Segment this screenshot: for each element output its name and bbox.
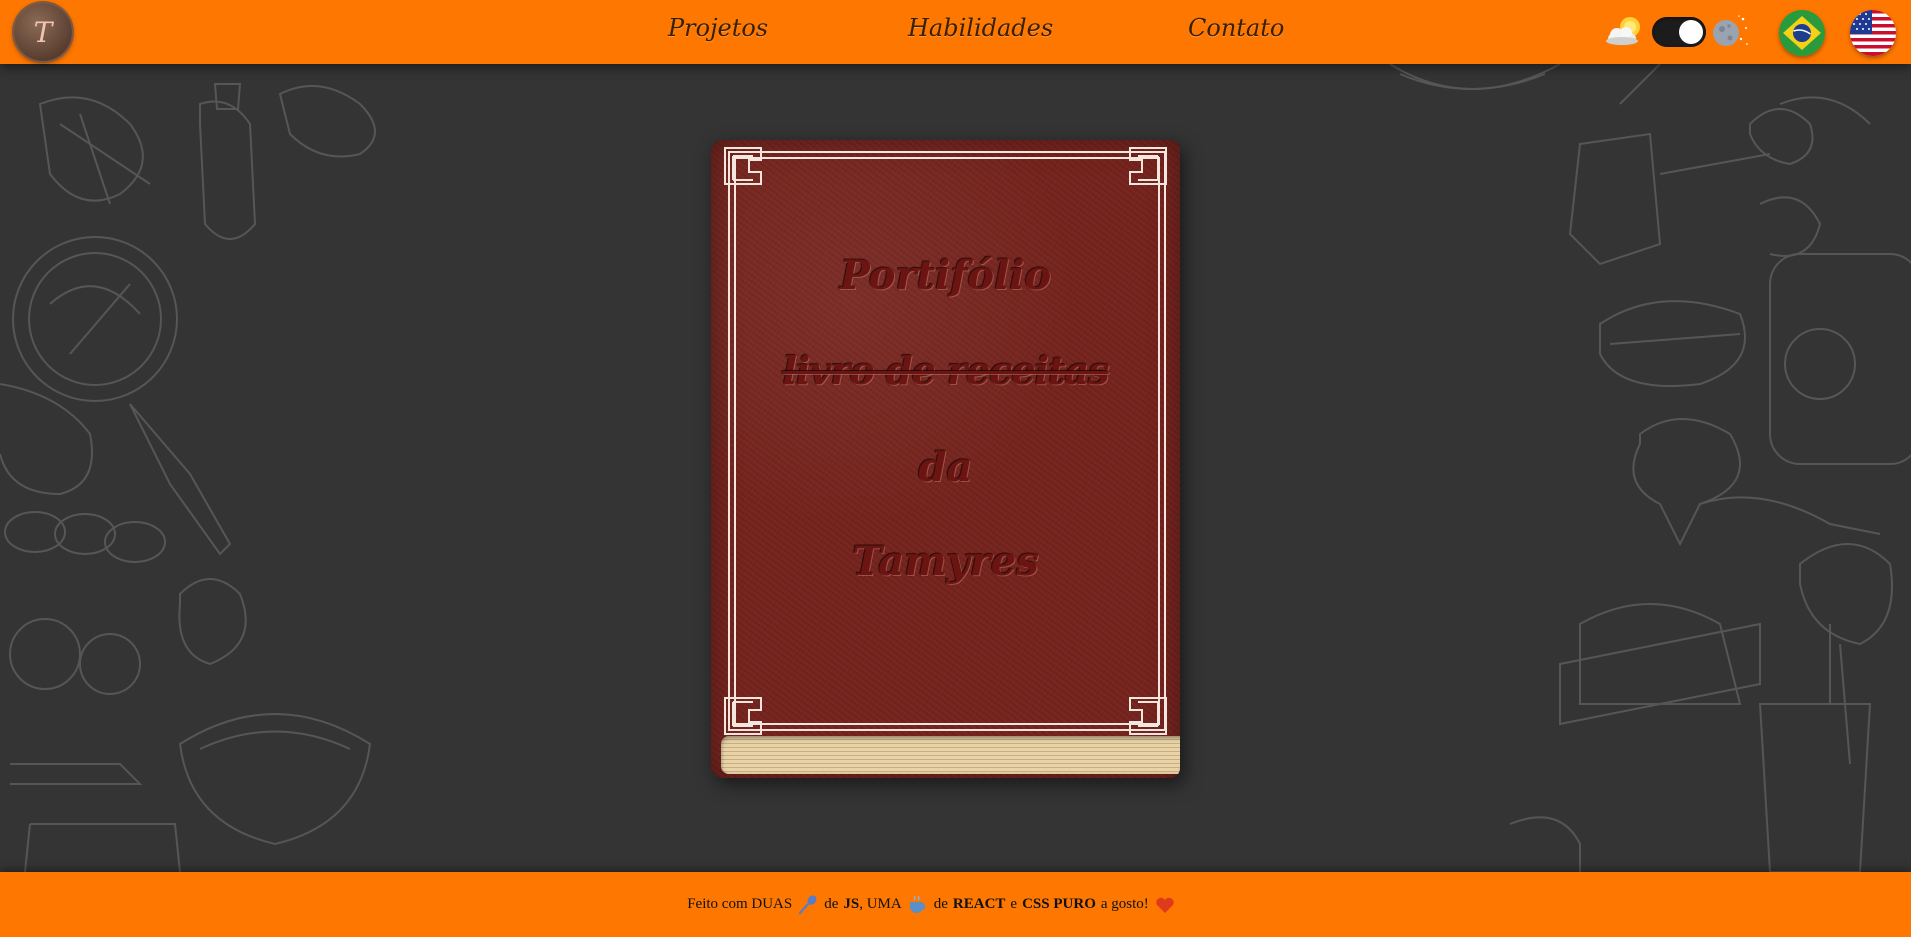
footer-text-5: e	[1010, 896, 1018, 912]
footer-text-2: de	[824, 896, 839, 912]
footer-text-6: a gosto!	[1100, 896, 1149, 912]
cover-title-da: da	[918, 444, 973, 491]
cover-title-portfolio: Portifólio	[839, 252, 1052, 299]
cover-title-name: Tamyres	[852, 538, 1039, 585]
theme-switcher	[1604, 12, 1752, 52]
footer-text-3: , UMA	[859, 896, 902, 912]
footer-text-1: Feito com DUAS	[687, 896, 793, 912]
logo-letter: T	[33, 15, 53, 49]
corner-ornaments	[724, 147, 1167, 735]
cup-icon	[909, 895, 926, 913]
heart-icon	[1156, 897, 1174, 913]
footer-js: JS	[843, 896, 860, 912]
logo-button[interactable]: T	[14, 3, 72, 61]
cover-title-struck: livro de receitas	[782, 348, 1109, 393]
toggle-knob	[1679, 20, 1703, 44]
flag-usa-icon[interactable]	[1850, 10, 1896, 56]
top-bar: T Projetos Habilidades Contato	[0, 0, 1911, 64]
nav-habilidades-link[interactable]: Habilidades	[908, 14, 1053, 42]
theme-toggle[interactable]	[1652, 17, 1706, 47]
footer-text-4: de	[933, 896, 948, 912]
footer: Feito com DUAS de JS, UMA de REACT e CSS…	[0, 872, 1911, 937]
flag-brazil-icon[interactable]	[1779, 10, 1825, 56]
nav-projetos-link[interactable]: Projetos	[668, 14, 768, 42]
spoon-icon	[799, 894, 817, 914]
footer-credits: Feito com DUAS de JS, UMA de REACT e CSS…	[687, 894, 1176, 916]
nav-contato-link[interactable]: Contato	[1188, 14, 1284, 42]
sun-cloud-icon	[1606, 17, 1640, 45]
cover-frame	[724, 147, 1167, 735]
cookbook-cover[interactable]: Portifólio livro de receitas da Tamyres	[711, 140, 1180, 778]
moon-stars-icon	[1713, 15, 1748, 46]
book-pages-edge	[721, 736, 1180, 774]
footer-react: REACT	[952, 896, 1006, 912]
footer-css: CSS PURO	[1022, 896, 1096, 912]
